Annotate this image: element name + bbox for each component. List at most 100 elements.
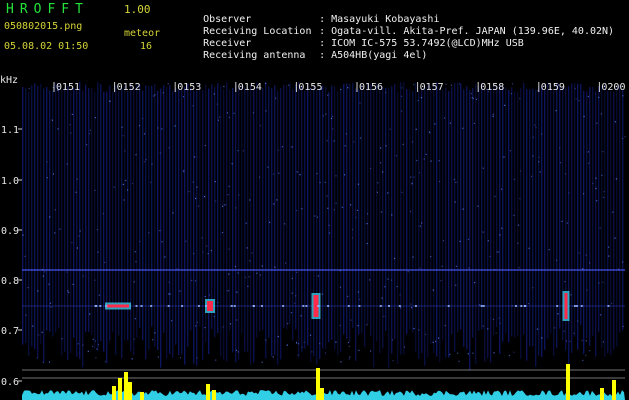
noise-speck [385, 92, 387, 94]
noise-speck [535, 127, 537, 129]
noise-streak [52, 89, 54, 337]
noise-speck [59, 228, 61, 230]
noise-streak [250, 85, 252, 365]
noise-speck [622, 261, 624, 263]
noise-streak [106, 91, 108, 364]
noise-speck [301, 208, 303, 210]
noise-speck [592, 182, 594, 185]
noise-speck [52, 173, 54, 175]
noise-speck [259, 125, 262, 127]
meteor-marker-bar [316, 368, 320, 400]
noise-speck [122, 135, 124, 137]
carrier-speck [347, 305, 350, 307]
noise-speck [179, 357, 182, 359]
noise-speck [133, 281, 135, 283]
noise-speck [407, 271, 409, 273]
noise-speck [450, 84, 453, 86]
noise-speck [444, 324, 446, 327]
noise-speck [598, 96, 600, 98]
time-tick-label: 0151 [56, 82, 80, 93]
noise-speck [350, 319, 352, 321]
noise-speck [380, 211, 383, 213]
noise-streak [130, 84, 132, 352]
noise-streak [277, 91, 279, 365]
noise-speck [324, 181, 326, 183]
noise-speck [489, 255, 491, 258]
carrier-speck [414, 305, 417, 307]
noise-speck [216, 103, 218, 105]
noise-speck [77, 343, 79, 345]
noise-speck [131, 182, 134, 185]
noise-speck [82, 275, 84, 277]
noise-speck [169, 293, 171, 295]
noise-speck [585, 340, 587, 342]
noise-speck [135, 261, 137, 263]
noise-streak [547, 82, 549, 340]
noise-streak [496, 87, 498, 328]
noise-speck [455, 265, 458, 267]
noise-speck [467, 353, 469, 355]
noise-streak [511, 87, 513, 337]
noise-speck [472, 97, 474, 100]
noise-speck [432, 341, 434, 343]
noise-speck [392, 360, 394, 362]
noise-streak [466, 85, 468, 350]
noise-speck [290, 312, 293, 314]
noise-streak [502, 86, 504, 342]
noise-speck [291, 146, 293, 148]
noise-speck [532, 287, 534, 289]
noise-speck [600, 113, 602, 115]
noise-speck [332, 115, 334, 117]
noise-streak [499, 84, 501, 355]
noise-streak [346, 83, 348, 340]
time-tick-label: 0154 [238, 82, 262, 93]
noise-speck [109, 100, 111, 102]
carrier-speck [575, 305, 578, 307]
noise-streak [388, 87, 390, 368]
noise-speck [438, 160, 440, 162]
noise-streak [238, 88, 240, 360]
noise-streak [583, 90, 585, 355]
info-value: A504HB(yagi 4el) [331, 50, 428, 61]
noise-speck [441, 265, 443, 267]
noise-speck [294, 302, 296, 304]
noise-speck [76, 178, 78, 180]
noise-speck [445, 83, 447, 85]
noise-speck [532, 136, 534, 138]
meteor-echo-core [207, 301, 213, 311]
noise-streak [451, 87, 453, 335]
noise-speck [539, 171, 541, 173]
noise-speck [387, 192, 389, 194]
noise-speck [261, 265, 263, 267]
noise-speck [275, 97, 277, 99]
noise-streak [148, 85, 150, 350]
noise-streak [391, 86, 393, 354]
noise-speck [71, 242, 73, 244]
noise-speck [89, 313, 91, 315]
noise-speck [296, 271, 298, 273]
noise-streak [295, 83, 297, 330]
noise-speck [602, 281, 604, 283]
noise-speck [508, 354, 511, 357]
noise-speck [265, 110, 267, 112]
noise-speck [287, 84, 290, 86]
noise-streak [226, 82, 228, 362]
noise-speck [614, 121, 616, 123]
noise-speck [499, 322, 501, 324]
noise-streak [304, 90, 306, 349]
noise-streak [421, 88, 423, 354]
noise-speck [179, 290, 181, 292]
meteor-marker-bar [612, 380, 616, 400]
noise-speck [50, 306, 52, 308]
noise-speck [150, 181, 152, 183]
noise-streak [85, 84, 87, 333]
noise-speck [492, 115, 494, 117]
noise-speck [215, 359, 217, 361]
y-tick-label: 0.7 [1, 326, 19, 337]
noise-speck [531, 175, 533, 177]
carrier-speck [317, 305, 320, 307]
noise-speck [333, 140, 335, 142]
noise-speck [419, 267, 421, 269]
noise-speck [413, 176, 415, 178]
noise-speck [417, 100, 419, 102]
